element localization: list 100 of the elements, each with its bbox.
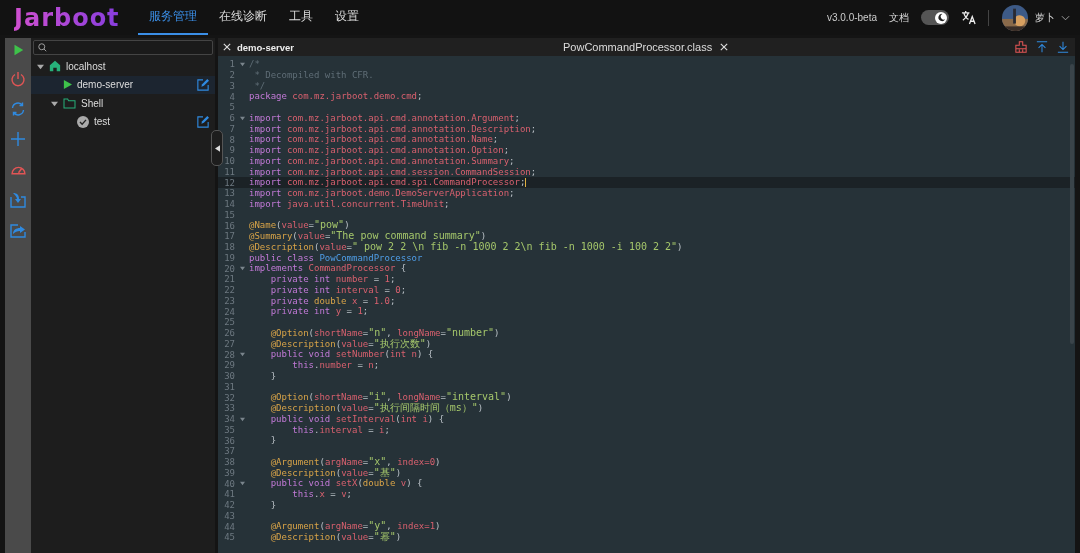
code-line: @Description(value="执行间隔时间（ms）") bbox=[269, 403, 484, 414]
line-number: 34 bbox=[223, 414, 235, 425]
tree-label[interactable]: test bbox=[94, 116, 111, 128]
line-number: 18 bbox=[223, 242, 235, 253]
line-number: 42 bbox=[223, 500, 235, 511]
code-line: @Argument(argName="x", index=0) bbox=[269, 456, 441, 468]
code-line: public void setX(double v) { bbox=[269, 478, 423, 489]
export-icon[interactable] bbox=[10, 222, 26, 238]
line-number: 16 bbox=[223, 220, 235, 231]
line-number: 11 bbox=[223, 166, 235, 177]
line-number: 32 bbox=[223, 392, 235, 403]
code-line: } bbox=[269, 370, 277, 382]
line-number: 10 bbox=[223, 156, 235, 167]
fold-icon[interactable] bbox=[239, 115, 245, 121]
caret-icon[interactable] bbox=[37, 62, 44, 70]
line-number: 45 bbox=[223, 532, 235, 543]
refresh-icon[interactable] bbox=[10, 101, 26, 117]
code-line: public class PowCommandProcessor bbox=[249, 252, 423, 264]
edit-icon[interactable] bbox=[197, 115, 209, 128]
nav-tab[interactable]: 在线诊断 bbox=[208, 0, 278, 35]
line-number: 29 bbox=[223, 360, 235, 371]
code-line: import com.mz.jarboot.api.cmd.annotation.Summary; bbox=[249, 155, 515, 167]
power-icon[interactable] bbox=[10, 71, 26, 87]
line-number: 21 bbox=[223, 274, 235, 285]
code-line: import com.mz.jarboot.api.cmd.spi.CommandProcessor; bbox=[249, 177, 527, 188]
tree-item[interactable]: Shell bbox=[31, 94, 215, 113]
code-line: import java.util.concurrent.TimeUnit; bbox=[249, 198, 450, 210]
caret-icon[interactable] bbox=[51, 99, 58, 107]
line-number: 1 bbox=[228, 59, 235, 70]
code-line: import com.mz.jarboot.api.cmd.annotation.Option; bbox=[249, 145, 510, 156]
code-line: @Description(value="执行次数") bbox=[269, 338, 432, 350]
code-line: import com.mz.jarboot.api.cmd.annotation.Description; bbox=[249, 123, 537, 135]
nav-tab[interactable]: 工具 bbox=[278, 0, 324, 35]
code-line: import com.mz.jarboot.api.cmd.session.CommandSession; bbox=[249, 166, 537, 178]
line-number: 23 bbox=[223, 295, 235, 306]
line-number: 30 bbox=[223, 371, 235, 382]
line-number: 27 bbox=[223, 338, 235, 349]
theme-toggle[interactable] bbox=[921, 10, 949, 25]
user-name[interactable]: 萝卜 bbox=[1035, 10, 1055, 25]
line-number: 41 bbox=[223, 489, 235, 500]
line-number: 25 bbox=[223, 317, 235, 328]
line-number: 39 bbox=[223, 467, 235, 478]
code-line: } bbox=[269, 435, 277, 446]
code-line: @Option(shortName="i", longName="interval") bbox=[269, 392, 512, 403]
download-icon[interactable] bbox=[1057, 41, 1069, 53]
moon-icon bbox=[936, 13, 946, 22]
docs-link[interactable]: 文档 bbox=[889, 10, 909, 25]
code-line: package com.mz.jarboot.demo.cmd; bbox=[249, 91, 423, 102]
nav-tab[interactable]: 服务管理 bbox=[138, 0, 208, 35]
tree-label[interactable]: localhost bbox=[66, 60, 106, 72]
import-icon[interactable] bbox=[10, 192, 26, 208]
code-line: } bbox=[269, 499, 277, 511]
code-line: implements CommandProcessor { bbox=[249, 263, 407, 274]
fold-icon[interactable] bbox=[239, 61, 245, 67]
tree-item[interactable]: demo-server bbox=[31, 75, 215, 94]
line-number: 13 bbox=[223, 188, 235, 199]
line-number: 24 bbox=[223, 306, 235, 317]
tree-item[interactable]: test bbox=[31, 112, 215, 131]
fold-icon[interactable] bbox=[239, 416, 245, 422]
code-line: private int y = 1; bbox=[269, 306, 369, 317]
line-number: 26 bbox=[223, 328, 235, 339]
line-number: 6 bbox=[228, 113, 235, 124]
edit-icon[interactable] bbox=[197, 78, 209, 91]
line-number: 15 bbox=[223, 209, 235, 220]
collapse-handle[interactable] bbox=[211, 130, 223, 166]
tree-label[interactable]: demo-server bbox=[77, 79, 134, 91]
code-line: private int number = 1; bbox=[269, 274, 396, 285]
server-tab-title[interactable]: demo-server bbox=[237, 41, 295, 53]
code-line: import com.mz.jarboot.api.cmd.annotation.Name; bbox=[249, 134, 499, 145]
line-number: 38 bbox=[223, 457, 235, 468]
tree-item[interactable]: localhost bbox=[31, 57, 215, 76]
line-number: 22 bbox=[223, 285, 235, 296]
line-number: 37 bbox=[223, 446, 235, 457]
close-icon[interactable] bbox=[223, 43, 231, 51]
line-number: 40 bbox=[223, 478, 235, 489]
fold-icon[interactable] bbox=[239, 481, 245, 487]
close-icon[interactable] bbox=[720, 43, 729, 51]
search-icon bbox=[38, 43, 47, 52]
tree-label[interactable]: Shell bbox=[81, 97, 104, 109]
line-number: 35 bbox=[223, 424, 235, 435]
code-line: @Description(value="基") bbox=[269, 467, 402, 479]
translate-icon[interactable] bbox=[961, 10, 976, 25]
line-number: 9 bbox=[228, 145, 235, 156]
clear-icon[interactable] bbox=[1015, 41, 1027, 53]
fold-icon[interactable] bbox=[239, 352, 245, 358]
chevron-down-icon[interactable] bbox=[1061, 14, 1070, 21]
code-line: private double x = 1.0; bbox=[269, 295, 396, 307]
line-number: 44 bbox=[223, 521, 235, 532]
line-number: 8 bbox=[228, 134, 235, 145]
code-line: this.x = v; bbox=[291, 489, 352, 500]
nav-tab[interactable]: 设置 bbox=[324, 0, 370, 35]
search-field[interactable] bbox=[33, 40, 213, 55]
home-icon bbox=[49, 60, 61, 73]
line-number: 36 bbox=[223, 435, 235, 446]
code-line: /* bbox=[249, 59, 260, 70]
file-tab-title[interactable]: PowCommandProcessor.class bbox=[563, 41, 713, 53]
fold-icon[interactable] bbox=[239, 266, 245, 272]
scroll-top-icon[interactable] bbox=[1036, 41, 1048, 53]
code-line: @Description(value="幂") bbox=[269, 532, 402, 543]
add-icon[interactable] bbox=[10, 131, 26, 147]
